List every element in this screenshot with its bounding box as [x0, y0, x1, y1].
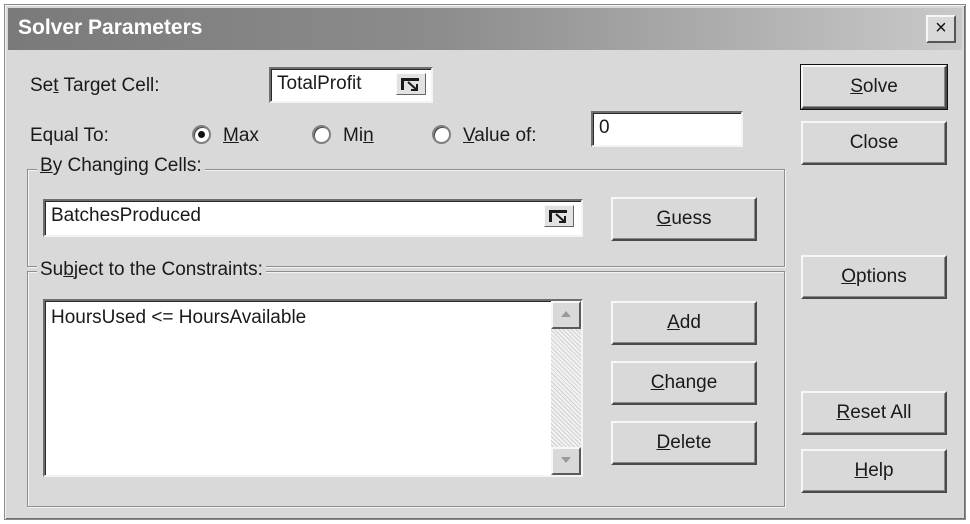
help-button[interactable]: Help	[801, 449, 947, 493]
min-radio[interactable]	[312, 125, 331, 144]
constraints-list[interactable]: HoursUsed <= HoursAvailable	[43, 299, 583, 477]
solve-button[interactable]: Solve	[800, 64, 948, 110]
value-of-input[interactable]: 0	[591, 111, 743, 147]
scroll-up-arrow-icon[interactable]	[551, 301, 581, 329]
changing-cells-input[interactable]: BatchesProduced	[43, 199, 583, 237]
target-cell-value: TotalProfit	[277, 73, 362, 94]
set-target-cell-label: Set Target Cell:	[30, 75, 160, 96]
constraints-scrollbar[interactable]	[551, 301, 581, 475]
close-icon[interactable]: ×	[926, 15, 956, 43]
options-button[interactable]: Options	[801, 255, 947, 299]
solver-parameters-dialog: Solver Parameters × Set Target Cell: Tot…	[4, 4, 966, 520]
guess-button[interactable]: Guess	[611, 197, 757, 241]
value-of-value: 0	[599, 117, 610, 138]
list-item[interactable]: HoursUsed <= HoursAvailable	[51, 307, 306, 329]
add-button[interactable]: Add	[611, 301, 757, 345]
delete-button[interactable]: Delete	[611, 421, 757, 465]
close-button[interactable]: Close	[801, 121, 947, 165]
changing-cells-group-label: By Changing Cells:	[37, 155, 205, 177]
value-of-radio[interactable]	[432, 125, 451, 144]
max-radio[interactable]	[192, 125, 211, 144]
change-button[interactable]: Change	[611, 361, 757, 405]
equal-to-label: Equal To:	[30, 125, 109, 146]
value-of-label: Value of:	[463, 125, 537, 146]
dialog-title: Solver Parameters	[18, 16, 203, 39]
max-label: Max	[223, 125, 259, 146]
collapse-dialog-icon[interactable]	[544, 205, 574, 227]
scroll-down-arrow-icon[interactable]	[551, 447, 581, 475]
constraints-group-label: Subject to the Constraints:	[37, 259, 266, 281]
reset-all-button[interactable]: Reset All	[801, 391, 947, 435]
changing-cells-value: BatchesProduced	[51, 205, 201, 226]
collapse-dialog-icon[interactable]	[396, 73, 426, 95]
title-bar: Solver Parameters ×	[8, 8, 962, 50]
min-label: Min	[343, 125, 374, 146]
